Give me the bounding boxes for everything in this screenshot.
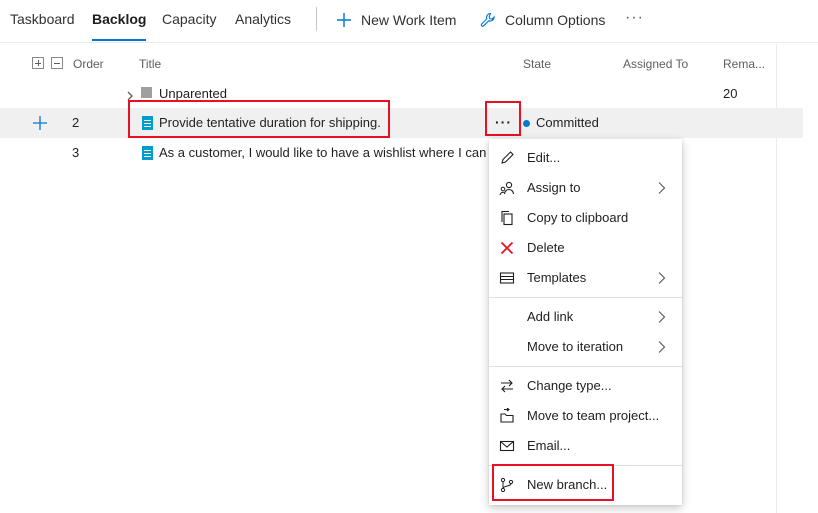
more-actions-button[interactable]: ··· [625, 9, 644, 27]
tab-analytics-label: Analytics [235, 11, 292, 27]
menu-item-label: Assign to [527, 180, 581, 195]
column-options-label: Column Options [505, 12, 606, 28]
column-header-assigned-to[interactable]: Assigned To [623, 57, 688, 71]
menu-item-label: Delete [527, 240, 565, 255]
highlight-new-branch-box [492, 464, 614, 501]
tab-backlog-label: Backlog [92, 11, 147, 27]
column-options-button[interactable]: Column Options [479, 9, 605, 31]
pencil-icon [499, 150, 515, 166]
tab-analytics[interactable]: Analytics [235, 11, 291, 43]
tab-backlog[interactable]: Backlog [92, 11, 147, 43]
menu-item-add-link[interactable]: Add link [489, 302, 682, 332]
menu-item-label: Move to iteration [527, 339, 624, 354]
menu-item-move-to-iteration[interactable]: Move to iteration [489, 332, 682, 362]
active-tab-indicator [92, 39, 147, 41]
new-work-item-label: New Work Item [361, 12, 457, 28]
menu-item-email[interactable]: Email... [489, 431, 682, 461]
row-order: 2 [72, 115, 80, 130]
table-row[interactable]: 3 As a customer, I would like to have a … [0, 138, 803, 168]
unparented-icon [141, 87, 152, 98]
copy-icon [499, 210, 515, 226]
unparented-remaining: 20 [723, 86, 738, 101]
work-item-context-menu: Edit... Assign to Copy to clipboard Dele… [489, 139, 682, 505]
delete-x-icon [499, 240, 515, 256]
toolbar-divider [316, 7, 317, 31]
menu-item-label: Move to team project... [527, 408, 660, 423]
chevron-right-icon [658, 182, 666, 194]
row-state: Committed [536, 115, 599, 130]
table-row[interactable]: 2 Provide tentative duration for shippin… [0, 108, 803, 138]
menu-item-templates[interactable]: Templates [489, 263, 682, 293]
tab-taskboard-label: Taskboard [10, 11, 75, 27]
menu-item-copy-to-clipboard[interactable]: Copy to clipboard [489, 203, 682, 233]
menu-item-label: Change type... [527, 378, 612, 393]
menu-item-move-to-team-project[interactable]: Move to team project... [489, 401, 682, 431]
swap-arrows-icon [499, 378, 515, 394]
menu-item-delete[interactable]: Delete [489, 233, 682, 263]
menu-divider [489, 297, 682, 298]
tab-capacity[interactable]: Capacity [162, 11, 216, 43]
unparented-title: Unparented [159, 86, 227, 101]
menu-item-label: Edit... [527, 150, 561, 165]
menu-item-label: Add link [527, 309, 574, 324]
chevron-right-icon [658, 272, 666, 284]
state-committed-dot [523, 120, 530, 127]
row-order: 3 [72, 145, 80, 160]
collapse-all-icon[interactable] [51, 57, 63, 69]
column-header-title[interactable]: Title [139, 57, 161, 71]
assign-people-icon [499, 180, 515, 196]
unparented-row[interactable]: Unparented 20 [0, 79, 803, 109]
tab-capacity-label: Capacity [162, 11, 217, 27]
highlight-more-button-box [485, 101, 521, 136]
template-icon [499, 270, 515, 286]
highlight-title-box [128, 100, 390, 138]
wrench-icon [479, 11, 497, 29]
column-header-remaining[interactable]: Rema... [723, 57, 765, 71]
add-child-plus-icon[interactable] [33, 116, 47, 135]
menu-item-label: Templates [527, 270, 587, 285]
menu-item-label: Email... [527, 438, 571, 453]
menu-item-edit[interactable]: Edit... [489, 143, 682, 173]
column-header-state[interactable]: State [523, 57, 551, 71]
tab-taskboard[interactable]: Taskboard [10, 11, 75, 43]
mail-icon [499, 438, 515, 454]
menu-item-assign-to[interactable]: Assign to [489, 173, 682, 203]
expand-all-icon[interactable] [32, 57, 44, 69]
column-header-order[interactable]: Order [73, 57, 104, 71]
row-title-link[interactable]: As a customer, I would like to have a wi… [159, 145, 489, 160]
move-project-icon [499, 408, 515, 424]
chevron-right-icon [658, 311, 666, 323]
backlog-toolbar: Taskboard Backlog Capacity Analytics New… [0, 0, 818, 43]
menu-item-change-type[interactable]: Change type... [489, 371, 682, 401]
menu-item-label: Copy to clipboard [527, 210, 629, 225]
user-story-icon [142, 146, 153, 160]
new-work-item-button[interactable]: New Work Item [335, 9, 456, 31]
chevron-right-icon [658, 341, 666, 353]
plus-icon [335, 11, 353, 29]
menu-divider [489, 366, 682, 367]
